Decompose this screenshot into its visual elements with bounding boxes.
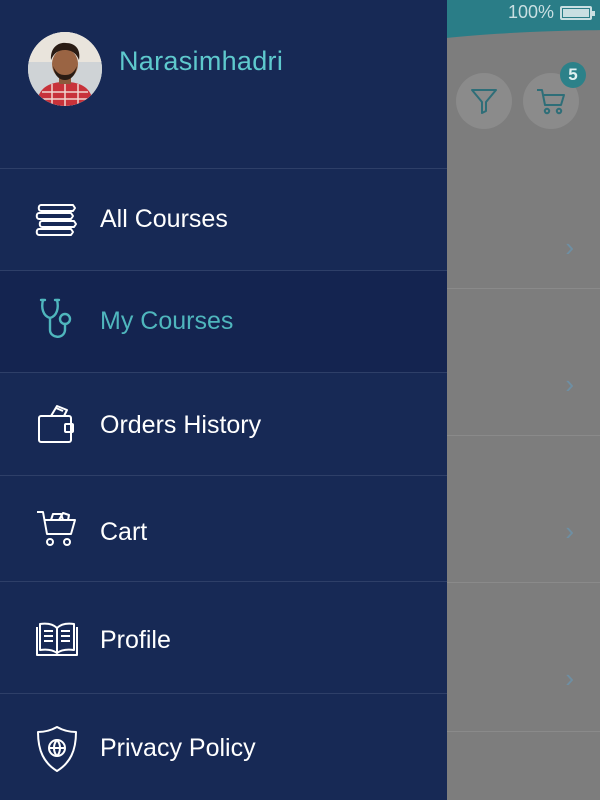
- wallet-icon: [34, 401, 80, 447]
- shield-globe-icon: [34, 726, 80, 772]
- list-item[interactable]: ›: [447, 289, 600, 436]
- profile-header[interactable]: Narasimhadri: [0, 0, 447, 169]
- menu-item-cart[interactable]: Cart: [0, 476, 447, 582]
- avatar[interactable]: [28, 32, 102, 106]
- user-photo: [28, 32, 102, 106]
- navigation-drawer: Narasimhadri All Courses My Courses Orde…: [0, 0, 447, 800]
- books-icon: [34, 197, 80, 243]
- menu-item-my-courses[interactable]: My Courses: [0, 271, 447, 373]
- menu-item-privacy-policy[interactable]: Privacy Policy: [0, 694, 447, 800]
- menu-item-label: My Courses: [100, 307, 234, 335]
- chevron-right-icon: ›: [565, 516, 574, 546]
- status-bar: 100%: [507, 2, 595, 23]
- list-item[interactable]: ›: [447, 583, 600, 732]
- menu-item-label: Cart: [100, 518, 148, 546]
- list-item[interactable]: ›: [447, 140, 600, 289]
- menu-item-orders-history[interactable]: Orders History: [0, 373, 447, 476]
- menu-item-label: All Courses: [100, 205, 228, 233]
- cart-count-badge: 5: [560, 62, 586, 88]
- user-name: Narasimhadri: [119, 46, 284, 76]
- menu-item-label: Privacy Policy: [100, 734, 256, 762]
- battery-percent: 100%: [507, 2, 554, 22]
- menu-item-label: Profile: [100, 626, 171, 654]
- battery-icon: [560, 5, 595, 20]
- filter-button[interactable]: [456, 73, 512, 129]
- list-item[interactable]: ›: [447, 436, 600, 583]
- open-book-icon: [34, 616, 80, 662]
- stethoscope-icon: [34, 297, 80, 343]
- menu-item-all-courses[interactable]: All Courses: [0, 169, 447, 271]
- filter-icon: [471, 89, 497, 114]
- cart-icon: [34, 506, 80, 552]
- cart-icon: [537, 89, 565, 115]
- menu-item-profile[interactable]: Profile: [0, 582, 447, 694]
- chevron-right-icon: ›: [565, 369, 574, 399]
- menu-item-label: Orders History: [100, 411, 262, 439]
- chevron-right-icon: ›: [565, 232, 574, 262]
- app-screen: 100% 5 › › › › Narasimhadri All Courses …: [0, 0, 600, 800]
- chevron-right-icon: ›: [565, 663, 574, 693]
